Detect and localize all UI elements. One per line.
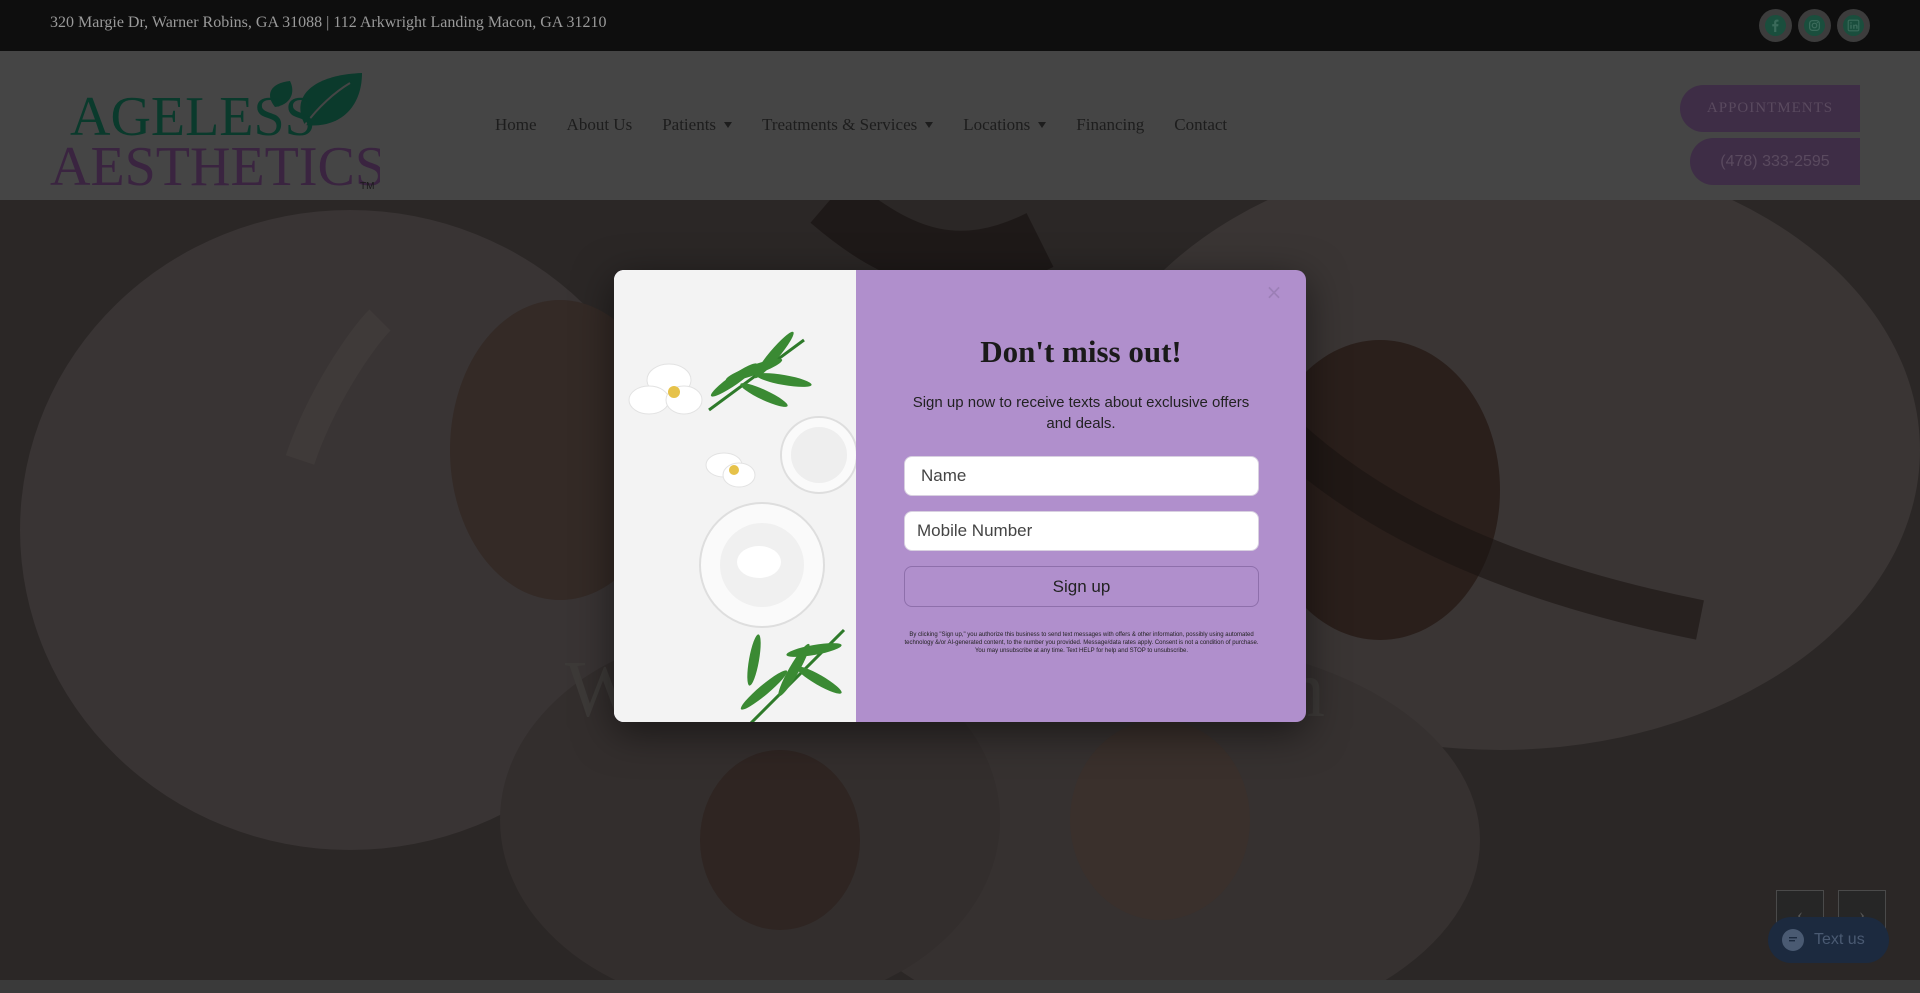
logo-line2: AESTHETICS [50, 136, 380, 191]
social-links [1759, 9, 1870, 42]
facebook-link[interactable] [1759, 9, 1792, 42]
nav-about-label: About Us [566, 115, 633, 134]
top-bar: 320 Margie Dr, Warner Robins, GA 31088 |… [0, 0, 1920, 51]
sign-up-button[interactable]: Sign up [904, 566, 1259, 607]
linkedin-icon [1843, 15, 1864, 36]
legal-disclaimer: By clicking "Sign up," you authorize thi… [904, 632, 1259, 654]
logo-trademark: TM [360, 181, 374, 191]
signup-form-panel: × Don't miss out! Sign up now to receive… [856, 270, 1306, 722]
mobile-number-input[interactable]: Mobile Number [904, 511, 1259, 551]
mobile-number-placeholder: Mobile Number [917, 521, 1033, 540]
nav-home-label: Home [495, 115, 537, 134]
phone-button[interactable]: (478) 333-2595 [1690, 138, 1860, 185]
address-text: 320 Margie Dr, Warner Robins, GA 31088 |… [50, 14, 607, 31]
chat-bubble-icon [1782, 929, 1804, 951]
name-placeholder: Name [921, 466, 967, 485]
nav-locations[interactable]: Locations [963, 115, 1047, 135]
nav-treatments-label: Treatments & Services [762, 115, 918, 134]
page-bottom-strip [0, 980, 1920, 993]
close-icon[interactable]: × [1264, 282, 1284, 302]
instagram-icon [1804, 15, 1825, 36]
nav-patients-label: Patients [662, 115, 717, 134]
ageless-aesthetics-logo[interactable]: AGELESS AESTHETICS TM [50, 67, 380, 191]
nav-treatments[interactable]: Treatments & Services [762, 115, 934, 135]
chevron-down-icon [925, 122, 934, 128]
instagram-link[interactable] [1798, 9, 1831, 42]
modal-title: Don't miss out! [980, 334, 1182, 369]
modal-subtitle: Sign up now to receive texts about exclu… [912, 394, 1250, 432]
chevron-down-icon [1038, 122, 1047, 128]
appointments-button[interactable]: APPOINTMENTS [1680, 85, 1860, 132]
text-us-label: Text us [1814, 931, 1865, 948]
nav-contact[interactable]: Contact [1174, 115, 1227, 135]
nav-home[interactable]: Home [495, 115, 537, 135]
spa-products-image [614, 270, 856, 722]
site-header: AGELESS AESTHETICS TM Home About Us Pati… [0, 51, 1920, 200]
facebook-icon [1765, 15, 1786, 36]
linkedin-link[interactable] [1837, 9, 1870, 42]
name-input[interactable]: Name [904, 456, 1259, 496]
nav-patients[interactable]: Patients [662, 115, 733, 135]
nav-contact-label: Contact [1174, 115, 1228, 134]
chevron-down-icon [724, 122, 733, 128]
nav-financing-label: Financing [1076, 115, 1145, 134]
text-us-button[interactable]: Text us [1768, 917, 1889, 963]
signup-modal: × Don't miss out! Sign up now to receive… [614, 270, 1306, 722]
nav-locations-label: Locations [963, 115, 1031, 134]
main-nav: Home About Us Patients Treatments & Serv… [495, 115, 1227, 135]
nav-financing[interactable]: Financing [1076, 115, 1144, 135]
nav-about[interactable]: About Us [567, 115, 633, 135]
